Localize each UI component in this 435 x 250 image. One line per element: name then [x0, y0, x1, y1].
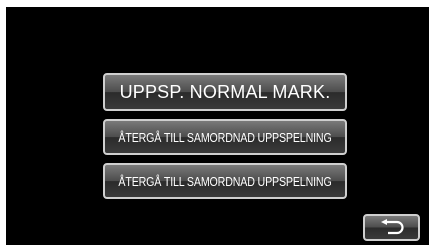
top-white-strip: [0, 0, 435, 7]
normal-playback-marking-button[interactable]: UPPSP. NORMAL MARK.: [103, 73, 347, 111]
return-arrow-icon: [380, 218, 404, 234]
menu-item-label: UPPSP. NORMAL MARK.: [119, 81, 331, 102]
camera-lcd-screen: UPPSP. NORMAL MARK. ÅTERGÅ TILL SAMORDNA…: [6, 7, 429, 245]
menu-item-label: ÅTERGÅ TILL SAMORDNAD UPPSPELNING: [118, 129, 332, 145]
menu-item-label: ÅTERGÅ TILL SAMORDNAD UPPSPELNING: [118, 173, 332, 189]
return-to-coordinated-playback-button-2[interactable]: ÅTERGÅ TILL SAMORDNAD UPPSPELNING: [103, 163, 347, 199]
return-to-coordinated-playback-button[interactable]: ÅTERGÅ TILL SAMORDNAD UPPSPELNING: [103, 119, 347, 155]
back-button[interactable]: [363, 214, 420, 241]
